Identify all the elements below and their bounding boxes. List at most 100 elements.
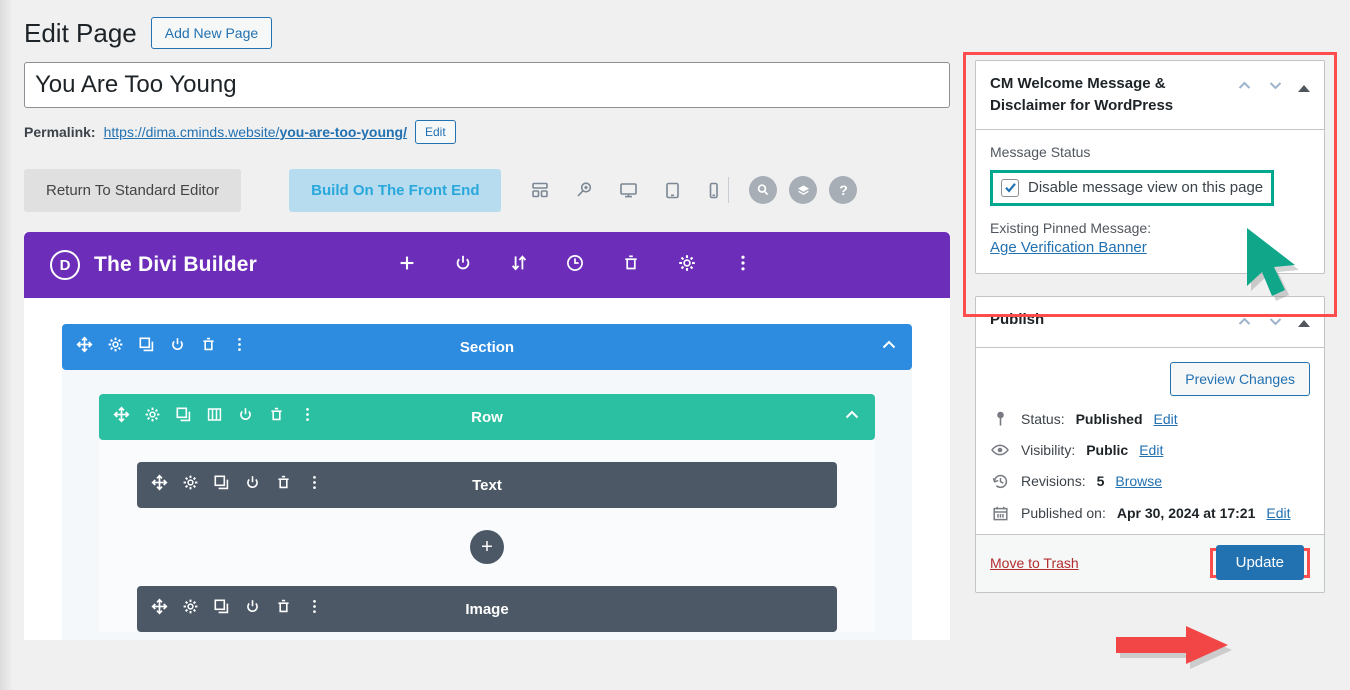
sort-icon[interactable] [509,253,529,278]
add-new-page-button[interactable]: Add New Page [150,16,273,50]
collapse-toggle-icon[interactable] [1298,320,1310,327]
permalink-base: https://dima.cminds.website/ [103,124,280,140]
publish-panel-body: Preview Changes Status: Published Edit V… [976,348,1324,534]
move-down-icon[interactable] [1267,77,1284,99]
divi-builder-title: The Divi Builder [94,253,258,276]
settings-icon[interactable] [107,336,124,358]
move-icon[interactable] [113,406,130,428]
zoom-icon[interactable] [575,181,593,199]
more-icon[interactable] [733,253,753,278]
power-icon[interactable] [453,253,473,278]
cm-panel-body: Message Status Disable message view on t… [976,130,1324,273]
divi-section: Section Row Text + Image [62,324,912,640]
more-icon[interactable] [306,474,323,496]
cm-panel-header: CM Welcome Message & Disclaimer for Word… [976,61,1324,130]
trash-icon[interactable] [275,474,292,496]
status-value: Published [1075,410,1143,427]
history-icon[interactable] [565,253,585,278]
layers-icon[interactable] [789,176,818,204]
move-icon[interactable] [151,474,168,496]
divi-row: Row Text + Image [99,394,875,632]
disable-message-row[interactable]: Disable message view on this page [1001,178,1264,197]
update-button-highlight: Update [1209,545,1310,580]
permalink-edit-button[interactable]: Edit [415,120,456,144]
settings-icon[interactable] [182,474,199,496]
checkbox-highlight: Disable message view on this page [990,169,1275,206]
build-on-front-end-button[interactable]: Build On The Front End [289,168,502,212]
add-icon[interactable] [397,253,417,278]
trash-icon[interactable] [275,598,292,620]
more-icon[interactable] [231,336,248,358]
return-to-standard-editor-button[interactable]: Return To Standard Editor [24,168,242,212]
module-bar-text[interactable]: Text [137,462,837,508]
row-content: Text + Image [99,440,875,632]
wireframe-icon[interactable] [531,181,549,199]
row-bar[interactable]: Row [99,394,875,440]
tablet-icon[interactable] [664,181,681,200]
module-bar-image[interactable]: Image [137,586,837,632]
page-header: Edit Page Add New Page [24,0,954,52]
duplicate-icon[interactable] [175,406,192,428]
power-icon[interactable] [237,406,254,428]
cm-panel-arrows [1236,73,1310,99]
status-label: Status: [1021,410,1065,427]
columns-icon[interactable] [206,406,223,428]
pinned-message-link[interactable]: Age Verification Banner [990,239,1147,256]
move-up-icon[interactable] [1236,77,1253,99]
section-bar[interactable]: Section [62,324,912,370]
desktop-icon[interactable] [619,181,638,200]
trash-icon[interactable] [268,406,285,428]
settings-icon[interactable] [182,598,199,620]
publish-row-status: Status: Published Edit [990,411,1310,427]
module-bar-icons [151,474,323,496]
more-icon[interactable] [306,598,323,620]
settings-icon[interactable] [144,406,161,428]
revisions-browse-link[interactable]: Browse [1115,473,1162,489]
move-to-trash-link[interactable]: Move to Trash [990,555,1079,571]
power-icon[interactable] [244,598,261,620]
disable-message-checkbox[interactable] [1001,178,1019,197]
move-icon[interactable] [76,336,93,358]
publish-panel-title: Publish [990,310,1045,328]
settings-icon[interactable] [677,253,697,278]
publish-row-visibility: Visibility: Public Edit [990,442,1310,458]
publish-row-date: Published on: Apr 30, 2024 at 17:21 Edit [990,505,1310,522]
move-icon[interactable] [151,598,168,620]
duplicate-icon[interactable] [213,474,230,496]
divi-builder-body: Section Row Text + Image [24,298,950,640]
search-icon[interactable] [749,176,778,204]
chevron-up-icon[interactable] [843,406,861,429]
visibility-label: Visibility: [1021,441,1076,458]
visibility-edit-link[interactable]: Edit [1139,442,1163,458]
move-up-icon[interactable] [1236,313,1253,335]
revisions-icon [990,473,1010,490]
disable-message-label: Disable message view on this page [1028,179,1264,196]
preview-changes-button[interactable]: Preview Changes [1170,361,1310,396]
trash-icon[interactable] [621,253,641,278]
eye-icon [990,443,1010,457]
permalink-link[interactable]: https://dima.cminds.website/you-are-too-… [104,124,407,140]
move-down-icon[interactable] [1267,313,1284,335]
section-content: Row Text + Image [62,370,912,640]
update-button[interactable]: Update [1215,545,1304,580]
status-edit-link[interactable]: Edit [1154,411,1178,427]
publish-panel-footer: Move to Trash Update [976,533,1324,592]
trash-icon[interactable] [200,336,217,358]
module-bar-icons [151,598,323,620]
power-icon[interactable] [169,336,186,358]
collapse-toggle-icon[interactable] [1298,84,1310,92]
page-title: Edit Page [24,18,137,48]
row-bar-icons [113,406,316,428]
chevron-up-icon[interactable] [880,336,898,359]
help-icon[interactable]: ? [829,176,858,204]
power-icon[interactable] [244,474,261,496]
cm-panel-title: CM Welcome Message & Disclaimer for Word… [990,75,1174,114]
add-module-button[interactable]: + [470,530,504,564]
post-title-input[interactable] [24,62,950,108]
published-on-edit-link[interactable]: Edit [1266,505,1290,521]
duplicate-icon[interactable] [138,336,155,358]
duplicate-icon[interactable] [213,598,230,620]
phone-icon[interactable] [707,181,720,200]
published-on-label: Published on: [1021,505,1106,521]
more-icon[interactable] [299,406,316,428]
